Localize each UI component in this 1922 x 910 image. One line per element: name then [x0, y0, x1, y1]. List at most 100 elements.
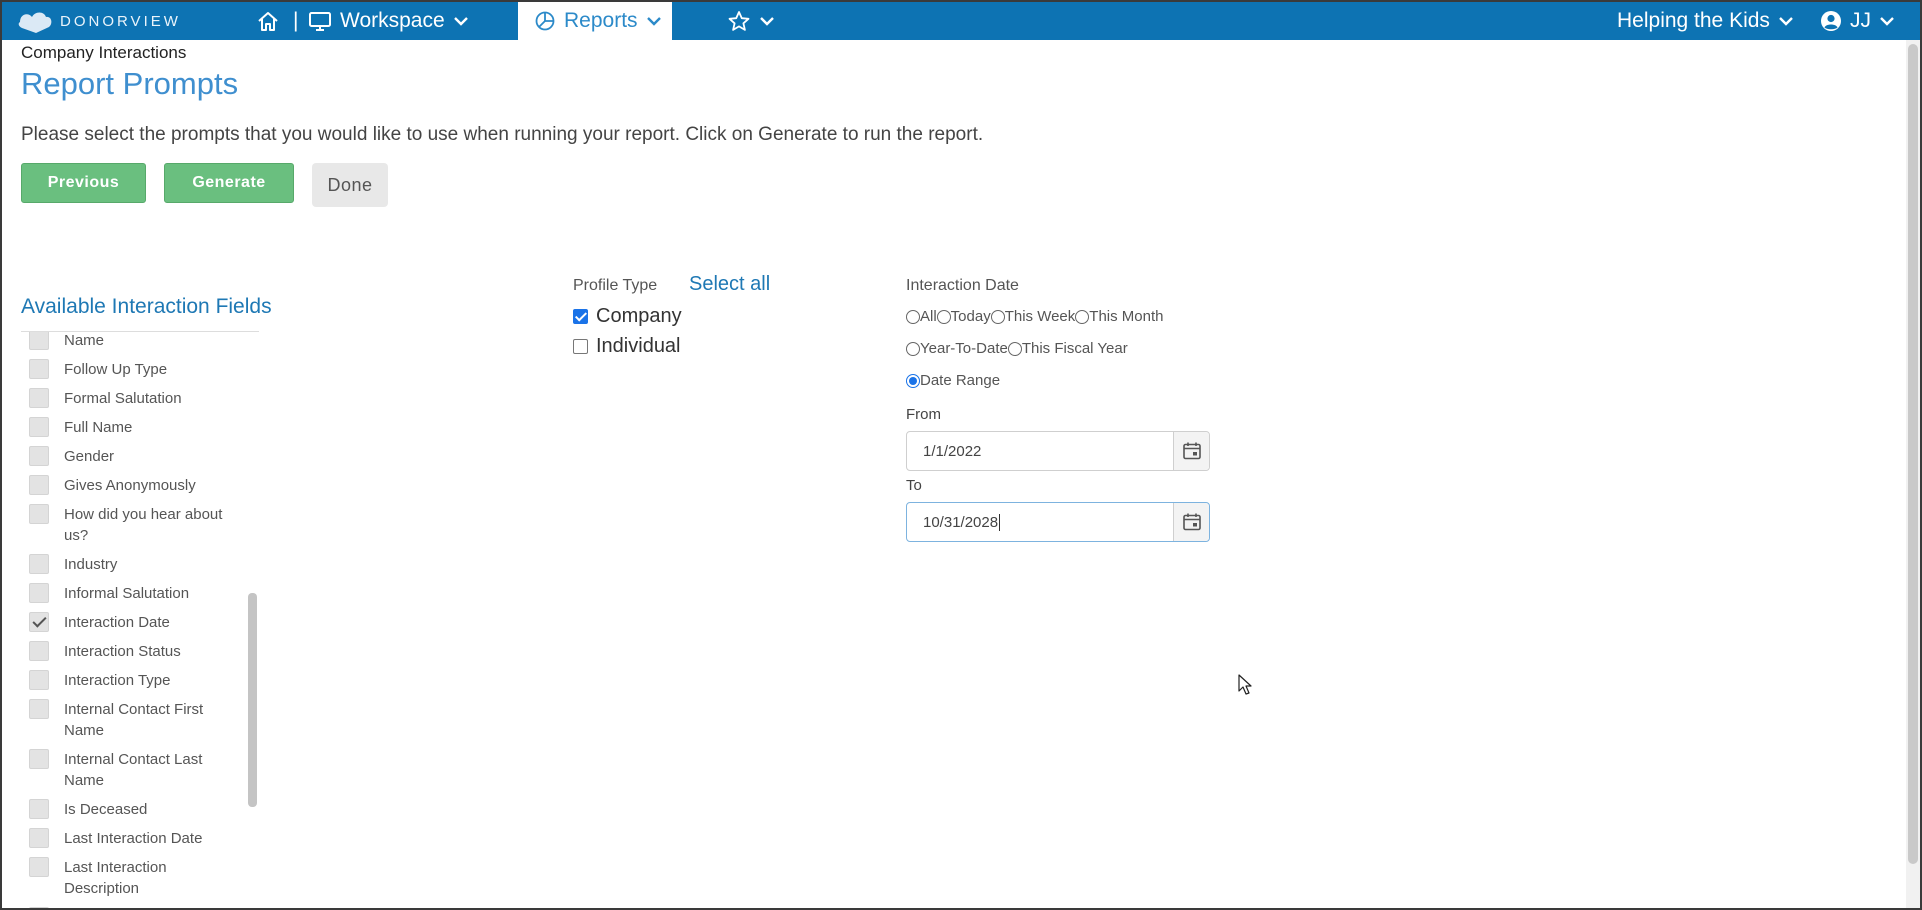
field-checkbox[interactable] [29, 612, 49, 632]
home-nav-button[interactable] [256, 2, 280, 40]
field-row[interactable]: Follow Up Type [21, 355, 241, 384]
favorites-menu[interactable] [727, 2, 775, 40]
radio-this-month[interactable]: This Month [1075, 308, 1163, 325]
field-label: Full Name [64, 419, 133, 436]
page-title: Report Prompts [21, 66, 239, 101]
organization-menu[interactable]: Helping the Kids [1617, 2, 1794, 40]
select-all-link[interactable]: Select all [689, 273, 770, 296]
from-date-field[interactable]: 1/1/2022 [906, 431, 1210, 471]
logo[interactable]: DONORVIEW [16, 8, 181, 34]
field-checkbox[interactable] [29, 359, 49, 379]
previous-button[interactable]: Previous [21, 163, 146, 203]
field-row[interactable]: Name [21, 332, 241, 355]
field-row[interactable]: Informal Salutation [21, 579, 241, 608]
field-row[interactable]: Industry [21, 550, 241, 579]
page-scrollbar-thumb[interactable] [1908, 44, 1918, 864]
radio-ytd[interactable]: Year-To-Date [906, 340, 1008, 357]
radio-this-month-button[interactable] [1075, 309, 1090, 324]
field-checkbox[interactable] [29, 388, 49, 408]
field-checkbox[interactable] [29, 332, 49, 350]
field-checkbox[interactable] [29, 749, 49, 769]
radio-this-week[interactable]: This Week [990, 308, 1076, 325]
field-row[interactable]: Last Name/ Constituent [21, 903, 241, 908]
profile-type-company[interactable]: Company [573, 305, 682, 328]
radio-this-week-label: This Week [1004, 308, 1076, 325]
field-label: Gender [64, 448, 115, 465]
field-row[interactable]: Formal Salutation [21, 384, 241, 413]
radio-date-range[interactable]: Date Range [906, 372, 1000, 389]
field-row[interactable]: Gives Anonymously [21, 471, 241, 500]
field-label: Informal Salutation [64, 585, 190, 602]
field-checkbox[interactable] [29, 670, 49, 690]
chevron-down-icon [1880, 17, 1894, 26]
done-button[interactable]: Done [312, 163, 388, 207]
user-menu[interactable]: JJ [1820, 2, 1895, 40]
to-date-field[interactable]: 10/31/2028 [906, 502, 1210, 542]
field-row[interactable]: Interaction Type [21, 666, 241, 695]
individual-checkbox[interactable] [573, 339, 588, 354]
radio-today-button[interactable] [936, 309, 951, 324]
field-label: Is Deceased [64, 801, 148, 818]
individual-label: Individual [596, 335, 681, 357]
available-fields-title: Available Interaction Fields [21, 295, 272, 318]
from-calendar-button[interactable] [1173, 432, 1209, 470]
fields-scrollbar-thumb[interactable] [248, 593, 257, 807]
field-row[interactable]: Gender [21, 442, 241, 471]
field-row[interactable]: Internal Contact Last Name [21, 745, 241, 795]
radio-today[interactable]: Today [936, 308, 991, 325]
to-date-input[interactable]: 10/31/2028 [923, 514, 998, 531]
radio-this-week-button[interactable] [990, 309, 1005, 324]
radio-ytd-button[interactable] [906, 341, 920, 356]
to-calendar-button[interactable] [1173, 503, 1209, 541]
radio-fiscal-year[interactable]: This Fiscal Year [1007, 340, 1128, 357]
field-checkbox[interactable] [29, 907, 49, 908]
profile-type-individual[interactable]: Individual [573, 335, 681, 358]
profile-type-label: Profile Type [573, 277, 658, 294]
field-label: Interaction Status [64, 643, 181, 660]
field-label: Last Interaction Date [64, 830, 203, 847]
company-checkbox[interactable] [573, 309, 588, 324]
calendar-icon [1182, 442, 1201, 460]
field-checkbox[interactable] [29, 446, 49, 466]
field-checkbox[interactable] [29, 475, 49, 495]
field-label: Name [64, 332, 105, 349]
field-row[interactable]: Full Name [21, 413, 241, 442]
field-checkbox[interactable] [29, 554, 49, 574]
field-checkbox[interactable] [29, 857, 49, 877]
workspace-label: Workspace [340, 9, 445, 32]
page-scrollbar[interactable] [1906, 40, 1920, 908]
field-label: Interaction Date [64, 614, 170, 631]
from-date-input[interactable]: 1/1/2022 [907, 432, 1173, 470]
field-checkbox[interactable] [29, 417, 49, 437]
radio-this-month-label: This Month [1089, 308, 1164, 325]
field-row[interactable]: Last Interaction Description [21, 853, 241, 903]
field-row[interactable]: Last Interaction Date [21, 824, 241, 853]
to-date-input-wrap[interactable]: 10/31/2028 [907, 503, 1173, 541]
radio-all-button[interactable] [906, 309, 920, 324]
generate-button[interactable]: Generate [164, 163, 294, 203]
field-label: Industry [64, 556, 118, 573]
field-label: Last Interaction Description [64, 859, 167, 897]
mouse-cursor-icon [1238, 674, 1252, 695]
field-checkbox[interactable] [29, 699, 49, 719]
field-row[interactable]: How did you hear about us? [21, 500, 241, 550]
page-description: Please select the prompts that you would… [21, 124, 984, 145]
radio-fiscal-year-button[interactable] [1007, 341, 1022, 356]
field-row[interactable]: Internal Contact First Name [21, 695, 241, 745]
field-checkbox[interactable] [29, 583, 49, 603]
field-checkbox[interactable] [29, 641, 49, 661]
field-label: How did you hear about us? [64, 506, 223, 544]
field-checkbox[interactable] [29, 828, 49, 848]
reports-menu[interactable]: Reports [518, 2, 672, 40]
radio-all[interactable]: All [906, 308, 937, 325]
reports-label: Reports [564, 9, 638, 32]
field-row[interactable]: Interaction Status [21, 637, 241, 666]
pie-chart-icon [535, 11, 555, 31]
chevron-down-icon [760, 17, 774, 26]
field-checkbox[interactable] [29, 799, 49, 819]
radio-date-range-button[interactable] [906, 373, 920, 388]
workspace-menu[interactable]: Workspace [308, 2, 469, 40]
field-row[interactable]: Interaction Date [21, 608, 241, 637]
field-row[interactable]: Is Deceased [21, 795, 241, 824]
field-checkbox[interactable] [29, 504, 49, 524]
